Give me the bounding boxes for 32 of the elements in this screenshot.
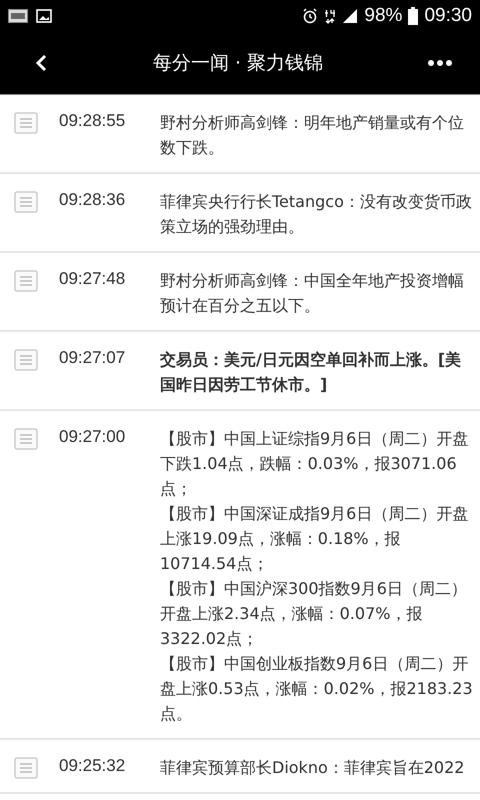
more-icon — [428, 59, 452, 67]
document-icon[interactable] — [14, 112, 38, 134]
document-icon[interactable] — [14, 349, 38, 371]
news-time: 09:25:32 — [58, 755, 126, 777]
news-text: 野村分析师高剑锋：中国全年地产投资增幅预计在百分之五以下。 — [160, 270, 465, 317]
news-time: 09:27:48 — [58, 268, 126, 290]
news-text: 【股市】中国深证成指9月6日（周二）开盘上涨19.09点，涨幅：0.18%，报10714.54点； — [160, 503, 470, 575]
back-icon — [34, 54, 48, 72]
alarm-icon — [302, 8, 318, 24]
news-time: 09:27:00 — [58, 426, 126, 448]
news-text: 野村分析师高剑锋：明年地产销量或有个位数下跌。 — [160, 112, 465, 159]
news-text: 【股市】中国创业板指数9月6日（周二）开盘上涨0.53点，涨幅：0.02%，报2183.23点。 — [160, 653, 474, 725]
signal-icon — [342, 8, 358, 24]
news-text: 交易员：美元/日元因空单回补而上涨。[美国昨日因劳工节休市。] — [160, 349, 462, 396]
app-icon — [8, 9, 28, 23]
news-text: 【股市】中国上证综指9月6日（周二）开盘下跌1.04点，跌幅：0.03%，报3071.06点； — [160, 428, 470, 500]
image-icon — [36, 9, 52, 23]
network-icon — [324, 8, 336, 24]
news-time: 09:28:36 — [58, 189, 126, 211]
battery-icon — [408, 7, 418, 25]
news-text: 菲律宾央行行长Tetangco：没有改变货币政策立场的强劲理由。 — [160, 191, 473, 238]
news-text: 【股市】中国沪深300指数9月6日（周二）开盘上涨2.34点，涨幅：0.07%，报3322.02点； — [160, 578, 468, 650]
page-title: 每分一闻 · 聚力钱锦 — [152, 51, 324, 76]
news-text: 菲律宾预算部长Diokno：菲律宾旨在2022 — [160, 757, 466, 779]
document-icon[interactable] — [14, 191, 38, 213]
battery-percentage: 98% — [364, 5, 402, 27]
document-icon[interactable] — [14, 270, 38, 292]
clock: 09:30 — [424, 5, 472, 27]
news-time: 09:28:55 — [58, 110, 126, 132]
document-icon[interactable] — [14, 428, 38, 450]
news-time: 09:27:07 — [58, 347, 126, 369]
document-icon[interactable] — [14, 757, 38, 779]
